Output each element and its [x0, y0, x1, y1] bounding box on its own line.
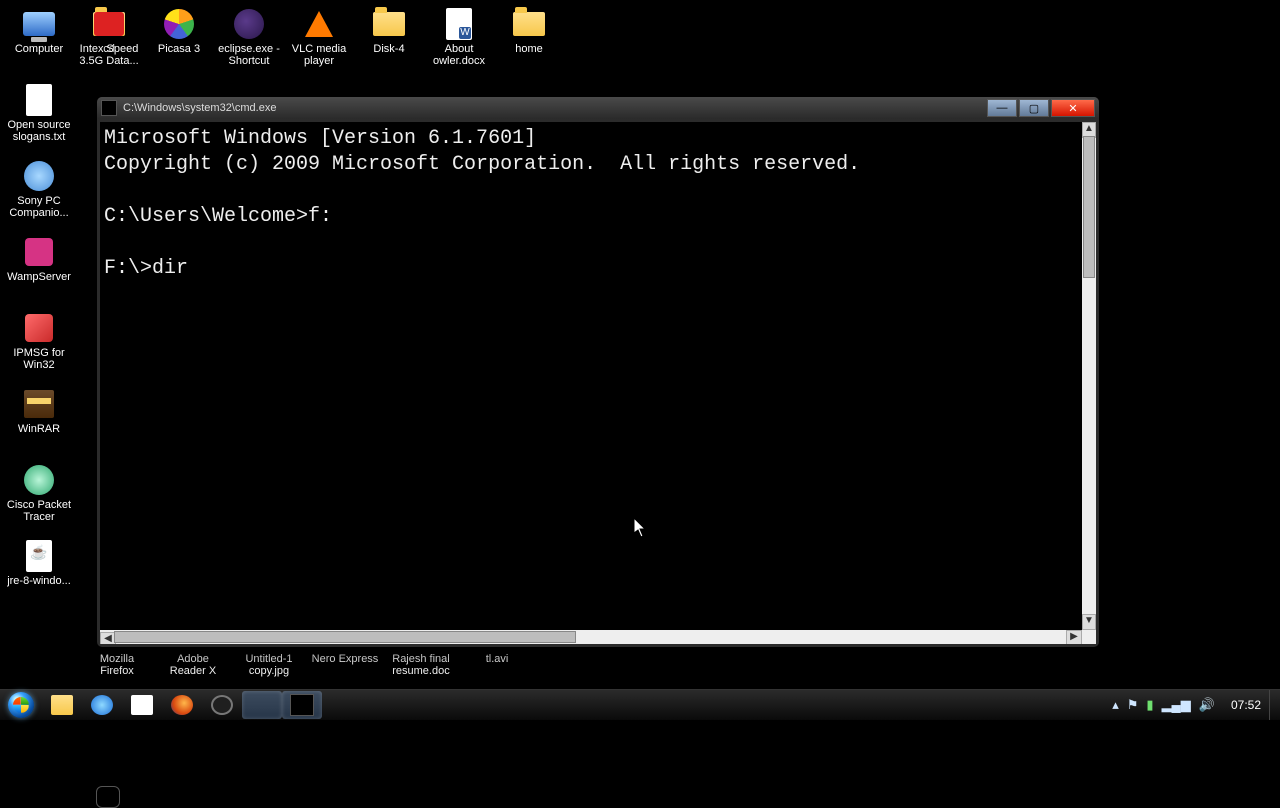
horizontal-scrollbar[interactable]: ◀ ▶ [100, 630, 1082, 644]
taskbar-obs[interactable] [202, 691, 242, 719]
cmd-icon-2 [290, 694, 314, 716]
cmd-window[interactable]: C:\Windows\system32\cmd.exe — ▢ ✕ Micros… [96, 96, 1100, 648]
start-orb-icon [8, 692, 34, 718]
ie-icon [91, 695, 113, 715]
maximize-button[interactable]: ▢ [1019, 99, 1049, 117]
sony-icon[interactable]: Sony PC Companio... [4, 159, 74, 233]
taskbar-firefox[interactable] [162, 691, 202, 719]
cmd-output: Microsoft Windows [Version 6.1.7601] Cop… [102, 124, 1082, 630]
tray-action-center-icon[interactable]: ⚑ [1127, 697, 1139, 713]
cmd-body[interactable]: Microsoft Windows [Version 6.1.7601] Cop… [100, 122, 1096, 644]
ipmsg-icon[interactable]: IPMSG for Win32 [4, 311, 74, 385]
minimize-button[interactable]: — [987, 99, 1017, 117]
folder-home-icon[interactable]: home [494, 7, 564, 81]
cmd-titlebar-icon [101, 100, 117, 116]
taskbar-ie[interactable] [82, 691, 122, 719]
tray-show-hidden-icon[interactable]: ▴ [1112, 697, 1119, 713]
vlc-icon[interactable]: VLC media player [284, 7, 354, 81]
horizontal-scroll-thumb[interactable] [114, 631, 576, 643]
cmd-title-text: C:\Windows\system32\cmd.exe [123, 102, 276, 114]
desktop-icon[interactable]: Nero Express [310, 653, 380, 693]
desktop-icons-row: Intex Speed 3.5G Data...Picasa 3eclipse.… [74, 6, 564, 82]
winrar-icon[interactable]: WinRAR [4, 387, 74, 461]
close-button[interactable]: ✕ [1051, 99, 1095, 117]
taskbar-explorer[interactable] [42, 691, 82, 719]
desktop-icon[interactable]: Untitled-1 copy.jpg [234, 653, 304, 693]
wamp-icon[interactable]: WampServer [4, 235, 74, 309]
taskbar-notepad[interactable] [122, 691, 162, 719]
tray-volume-icon[interactable]: 🔊 [1199, 697, 1215, 713]
scroll-down-arrow[interactable]: ▼ [1082, 614, 1096, 630]
java-icon[interactable]: jre-8-windo... [4, 539, 74, 613]
cisco-icon[interactable]: Cisco Packet Tracer [4, 463, 74, 537]
desktop-icon[interactable]: Adobe Reader X [158, 653, 228, 693]
desktop-icon[interactable]: Mozilla Firefox [82, 653, 152, 693]
taskbar-clock[interactable]: 07:52 [1223, 698, 1269, 712]
txt-icon[interactable]: Open source slogans.txt [4, 83, 74, 157]
desktop-icons-bottom-row: Mozilla FirefoxAdobe Reader XUntitled-1 … [82, 652, 532, 694]
start-button[interactable] [0, 690, 42, 720]
obs-icon [211, 695, 233, 715]
desktop-icon[interactable]: tl.avi [462, 653, 532, 693]
notepad-icon [131, 695, 153, 715]
taskbar[interactable]: ▴ ⚑ ▮ ▂▄▆ 🔊 07:52 [0, 689, 1280, 720]
picasa-icon[interactable]: Picasa 3 [144, 7, 214, 81]
cmd-titlebar[interactable]: C:\Windows\system32\cmd.exe — ▢ ✕ [97, 97, 1099, 119]
taskbar-cmd-2[interactable] [282, 691, 322, 719]
tray-network-icon[interactable]: ▂▄▆ [1162, 697, 1191, 713]
folder-disk4-icon[interactable]: Disk-4 [354, 7, 424, 81]
docx-icon[interactable]: About owler.docx [424, 7, 494, 81]
taskbar-cmd[interactable] [242, 691, 282, 719]
vertical-scrollbar[interactable]: ▲ ▼ [1082, 122, 1096, 630]
system-tray[interactable]: ▴ ⚑ ▮ ▂▄▆ 🔊 [1104, 697, 1223, 713]
desktop-icon[interactable]: Rajesh final resume.doc [386, 653, 456, 693]
scroll-right-arrow[interactable]: ▶ [1066, 630, 1082, 644]
desktop: ComputerOpen source slogans.txtSony PC C… [0, 0, 1280, 720]
firefox-icon [171, 695, 193, 715]
show-desktop-button[interactable] [1269, 690, 1280, 720]
usb-icon[interactable]: Intex Speed 3.5G Data... [74, 7, 144, 81]
vertical-scroll-thumb[interactable] [1083, 136, 1095, 278]
eclipse-icon[interactable]: eclipse.exe - Shortcut [214, 7, 284, 81]
explorer-icon [51, 695, 73, 715]
computer-icon[interactable]: Computer [4, 7, 74, 81]
scroll-corner [1082, 630, 1096, 644]
tray-battery-icon[interactable]: ▮ [1146, 697, 1153, 713]
cmd-icon [96, 786, 120, 808]
